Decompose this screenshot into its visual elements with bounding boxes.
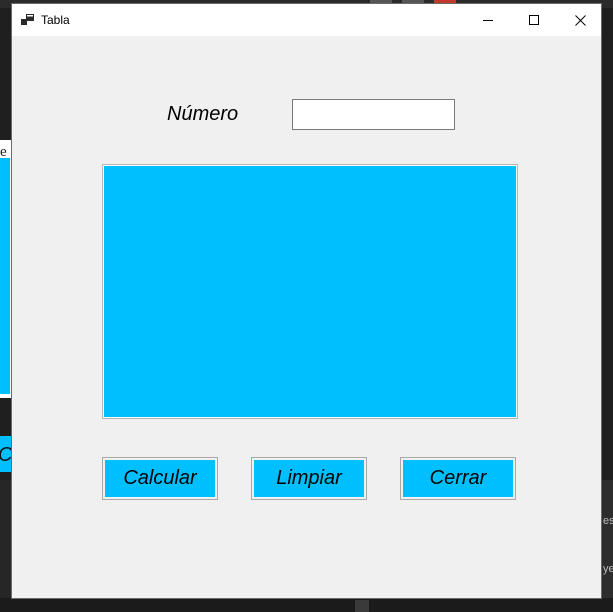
app-window-icon xyxy=(21,14,34,25)
cerrar-button[interactable]: Cerrar xyxy=(400,457,516,500)
background-editor-text: es xyxy=(603,515,613,527)
close-icon xyxy=(574,14,586,26)
results-box[interactable] xyxy=(102,164,518,419)
close-button[interactable] xyxy=(557,4,603,36)
background-bottom-mark xyxy=(355,600,369,612)
background-window-panel xyxy=(0,158,10,394)
minimize-icon xyxy=(482,19,493,21)
calcular-button[interactable]: Calcular xyxy=(102,457,218,500)
minimize-button[interactable] xyxy=(465,4,511,36)
tabla-window: Tabla Número Calcular Limpiar Cerrar xyxy=(11,3,602,599)
window-title: Tabla xyxy=(41,13,70,27)
limpiar-button[interactable]: Limpiar xyxy=(251,457,367,500)
background-bottom-strip xyxy=(0,598,613,612)
numero-input[interactable] xyxy=(292,99,455,130)
background-editor-text: ye xyxy=(603,563,613,575)
numero-label: Número xyxy=(167,103,239,125)
background-window-text: e xyxy=(0,144,7,160)
maximize-icon xyxy=(528,14,539,25)
title-bar[interactable]: Tabla xyxy=(12,4,601,36)
background-editor-right xyxy=(601,480,613,612)
maximize-button[interactable] xyxy=(511,4,557,36)
